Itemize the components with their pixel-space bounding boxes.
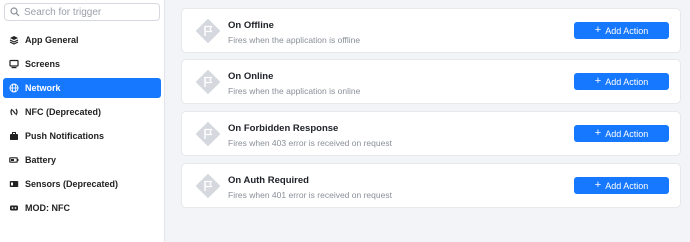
- trigger-title: On Online: [228, 71, 274, 82]
- trigger-card-on-offline: On Offline Fires when the application is…: [181, 8, 681, 53]
- add-action-label: Add Action: [605, 25, 649, 36]
- sidebar-item-screens[interactable]: Screens: [3, 54, 161, 74]
- sidebar-item-app-general[interactable]: App General: [3, 30, 161, 50]
- briefcase-icon: [9, 131, 19, 141]
- sidebar: App General Screens Network NFC (Depreca…: [0, 0, 165, 242]
- mod-icon: [9, 203, 19, 213]
- layers-icon: [9, 35, 19, 45]
- add-action-button[interactable]: + Add Action: [574, 22, 669, 39]
- add-action-button[interactable]: + Add Action: [574, 177, 669, 194]
- flag-icon: [196, 70, 220, 94]
- sidebar-item-label: Sensors (Deprecated): [25, 179, 119, 189]
- sidebar-item-label: MOD: NFC: [25, 203, 70, 213]
- sensor-icon: [9, 179, 19, 189]
- sidebar-item-label: Push Notifications: [25, 131, 105, 141]
- monitor-icon: [9, 59, 19, 69]
- add-action-button[interactable]: + Add Action: [574, 125, 669, 142]
- search-input[interactable]: [24, 6, 154, 18]
- sidebar-item-label: Battery: [25, 155, 57, 165]
- sidebar-item-label: NFC (Deprecated): [25, 107, 102, 117]
- sidebar-item-battery[interactable]: Battery: [3, 150, 161, 170]
- sidebar-item-label: Network: [25, 83, 61, 93]
- sidebar-item-label: Screens: [25, 59, 61, 69]
- sidebar-item-nfc-deprecated[interactable]: NFC (Deprecated): [3, 102, 161, 122]
- trigger-description: Fires when 401 error is received on requ…: [228, 190, 392, 200]
- sidebar-item-sensors-deprecated[interactable]: Sensors (Deprecated): [3, 174, 161, 194]
- sidebar-item-push-notifications[interactable]: Push Notifications: [3, 126, 161, 146]
- flag-icon: [196, 19, 220, 43]
- trigger-card-on-auth-required: On Auth Required Fires when 401 error is…: [181, 163, 681, 208]
- battery-icon: [9, 155, 19, 165]
- trigger-category-nav: App General Screens Network NFC (Depreca…: [3, 30, 161, 222]
- trigger-description: Fires when 403 error is received on requ…: [228, 138, 392, 148]
- search-box[interactable]: [4, 3, 160, 21]
- sidebar-item-network[interactable]: Network: [3, 78, 161, 98]
- nfc-icon: [9, 107, 19, 117]
- trigger-card-on-forbidden-response: On Forbidden Response Fires when 403 err…: [181, 111, 681, 156]
- plus-icon: +: [594, 179, 602, 191]
- trigger-title: On Auth Required: [228, 175, 309, 186]
- add-action-label: Add Action: [605, 76, 649, 87]
- add-action-label: Add Action: [605, 128, 649, 139]
- flag-icon: [196, 174, 220, 198]
- sidebar-item-mod-nfc[interactable]: MOD: NFC: [3, 198, 161, 218]
- trigger-title: On Offline: [228, 20, 274, 31]
- search-icon: [10, 7, 20, 17]
- add-action-button[interactable]: + Add Action: [574, 73, 669, 90]
- trigger-title: On Forbidden Response: [228, 123, 339, 134]
- add-action-label: Add Action: [605, 180, 649, 191]
- globe-icon: [9, 83, 19, 93]
- trigger-description: Fires when the application is offline: [228, 35, 361, 45]
- trigger-card-on-online: On Online Fires when the application is …: [181, 59, 681, 104]
- plus-icon: +: [594, 75, 602, 87]
- sidebar-item-label: App General: [25, 35, 79, 45]
- plus-icon: +: [594, 24, 602, 36]
- flag-icon: [196, 122, 220, 146]
- plus-icon: +: [594, 127, 602, 139]
- trigger-description: Fires when the application is online: [228, 86, 361, 96]
